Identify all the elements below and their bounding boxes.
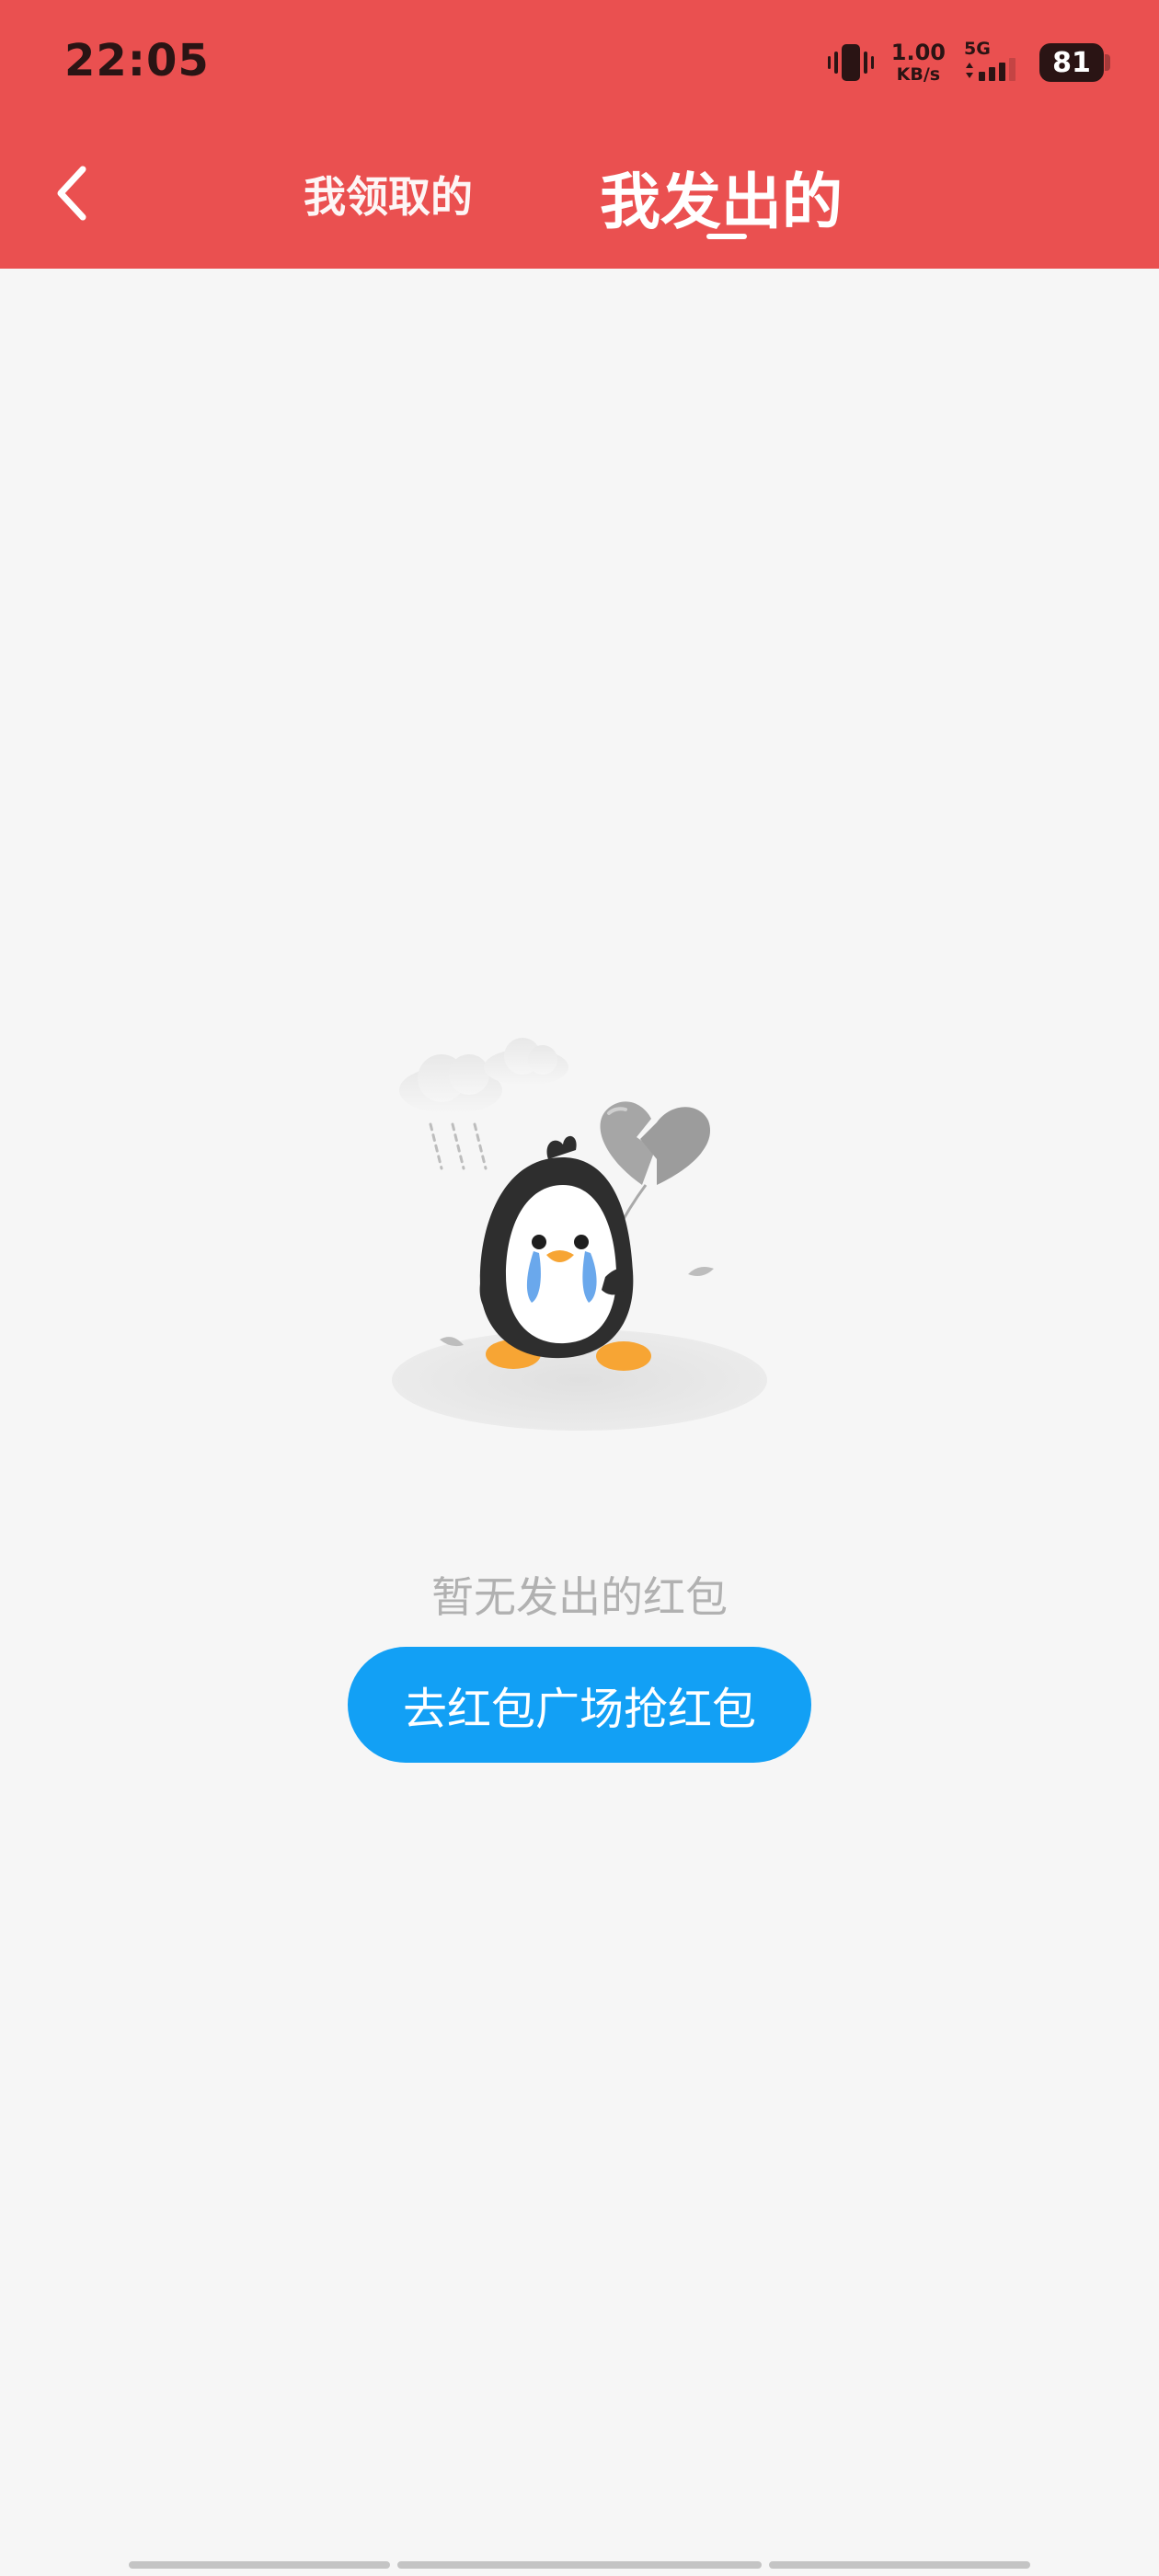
- status-time: 22:05: [64, 35, 210, 86]
- tab-sent[interactable]: 我发出的: [600, 153, 843, 241]
- network-speed-unit: KB/s: [896, 64, 941, 85]
- empty-state-message: 暂无发出的红包: [431, 1572, 728, 1622]
- network-type-label: 5G: [964, 39, 991, 59]
- network-speed-value: 1.00: [890, 40, 946, 65]
- crying-penguin-illustration: [368, 1021, 791, 1444]
- chevron-left-icon: [57, 166, 86, 221]
- back-button[interactable]: [44, 155, 103, 232]
- home-indicator-segment-left: [129, 2561, 390, 2569]
- home-indicator-segment-right: [769, 2561, 1030, 2569]
- battery-icon: 81: [1039, 43, 1110, 82]
- battery-cap: [1105, 54, 1110, 71]
- home-indicator-segment-middle: [397, 2561, 762, 2569]
- status-icons: 1.00 KB/s 5G 81: [827, 37, 1110, 88]
- battery-level: 81: [1052, 46, 1091, 79]
- signal-icon: 5G: [962, 39, 1023, 85]
- vibrate-icon: [827, 44, 874, 81]
- top-header: 22:05 1.00 KB/s 5G 81 我领取的 我发出的: [0, 0, 1159, 269]
- tab-received[interactable]: 我领取的: [304, 164, 473, 224]
- signal-bars-icon: [966, 58, 1016, 81]
- tab-selected-indicator: [706, 234, 747, 239]
- go-to-red-packet-square-button[interactable]: 去红包广场抢红包: [348, 1647, 811, 1763]
- network-speed: 1.00 KB/s: [891, 41, 946, 84]
